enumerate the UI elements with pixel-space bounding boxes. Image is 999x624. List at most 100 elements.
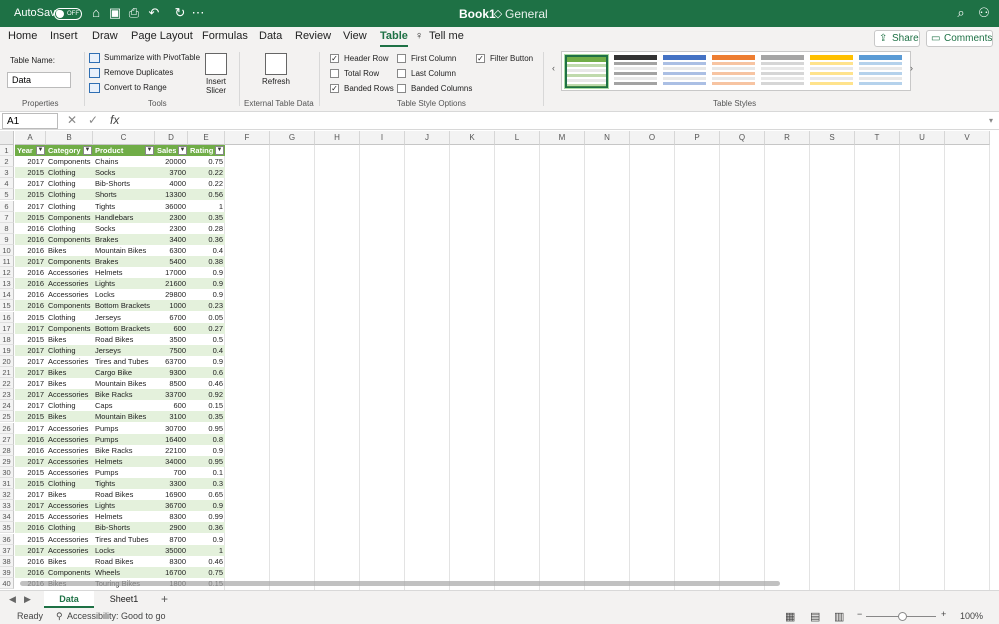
expand-formula-icon[interactable]: ▾ [989,116,993,125]
table-style-swatch[interactable] [761,55,804,88]
table-cell[interactable]: Components [46,300,93,311]
table-cell[interactable]: Accessories [46,278,93,289]
table-cell[interactable]: 0.46 [188,556,225,567]
table-cell[interactable]: 33700 [155,389,188,400]
row-header[interactable]: 37 [0,544,14,556]
sensitivity-label[interactable]: General [505,7,548,21]
table-cell[interactable]: 63700 [155,356,188,367]
horizontal-scrollbar[interactable] [20,581,780,586]
table-cell[interactable]: 2017 [15,389,46,400]
table-cell[interactable]: 0.6 [188,367,225,378]
table-cell[interactable]: 2015 [15,334,46,345]
table-cell[interactable]: Helmets [93,511,155,522]
table-cell[interactable]: Pumps [93,423,155,434]
row-header[interactable]: 20 [0,355,14,367]
table-cell[interactable]: Clothing [46,478,93,489]
row-header[interactable]: 36 [0,533,14,545]
first-column-checkbox[interactable]: First Column [397,54,456,63]
table-cell[interactable]: 2016 [15,434,46,445]
table-cell[interactable]: Mountain Bikes [93,378,155,389]
column-header[interactable]: V [945,131,990,145]
table-cell[interactable]: 0.56 [188,189,225,200]
row-header[interactable]: 15 [0,300,14,312]
last-column-checkbox[interactable]: Last Column [397,69,456,78]
refresh-button[interactable]: Refresh [260,53,292,86]
table-cell[interactable]: 0.9 [188,445,225,456]
table-cell[interactable]: 2017 [15,489,46,500]
table-cell[interactable]: 0.65 [188,489,225,500]
column-header[interactable]: M [540,131,585,145]
table-cell[interactable]: 2016 [15,445,46,456]
row-header[interactable]: 11 [0,256,14,267]
table-cell[interactable]: 20000 [155,156,188,167]
table-cell[interactable]: Bib-Shorts [93,178,155,189]
table-cell[interactable]: 8300 [155,511,188,522]
summarize-pivottable-button[interactable]: Summarize with PivotTable [89,53,200,63]
row-header[interactable]: 14 [0,289,14,301]
add-sheet-icon[interactable]: + [161,592,168,606]
print-icon[interactable]: ⎙ [126,5,142,21]
table-cell[interactable]: 2017 [15,400,46,411]
table-cell[interactable]: Cargo Bike [93,367,155,378]
table-cell[interactable]: Bike Racks [93,445,155,456]
table-cell[interactable]: 2016 [15,522,46,533]
row-header[interactable]: 7 [0,211,14,223]
comments-button[interactable]: ▭ Comments [926,30,993,47]
row-header[interactable]: 32 [0,489,14,501]
filter-dropdown-icon[interactable]: ▼ [83,146,92,155]
table-cell[interactable]: 4000 [155,178,188,189]
sheet-tab-sheet1[interactable]: Sheet1 [99,591,149,608]
table-cell[interactable]: 2015 [15,534,46,545]
undo-icon[interactable]: ↶ [146,5,162,21]
account-icon[interactable]: ⚇ [976,5,992,21]
table-cell[interactable]: 0.35 [188,411,225,422]
tab-tell-me[interactable]: ♀ Tell me [415,30,464,42]
page-break-view-icon[interactable]: ▥ [834,610,844,623]
total-row-checkbox[interactable]: Total Row [330,69,379,78]
row-header[interactable]: 17 [0,322,14,334]
table-cell[interactable]: Tights [93,201,155,212]
table-cell[interactable]: 2017 [15,256,46,267]
row-header[interactable]: 5 [0,189,14,201]
table-cell[interactable]: 0.9 [188,356,225,367]
table-cell[interactable]: 2017 [15,156,46,167]
column-header[interactable]: N [585,131,630,145]
column-header-cell[interactable]: Sales [155,145,176,156]
row-header[interactable]: 35 [0,522,14,534]
table-cell[interactable]: 3100 [155,411,188,422]
table-cell[interactable]: 5400 [155,256,188,267]
table-cell[interactable]: Brakes [93,234,155,245]
table-cell[interactable]: 2016 [15,245,46,256]
column-header[interactable]: E [188,131,225,145]
table-cell[interactable]: Bikes [46,411,93,422]
table-cell[interactable]: Bib-Shorts [93,522,155,533]
table-cell[interactable]: 2017 [15,178,46,189]
column-header[interactable]: D [155,131,188,145]
table-cell[interactable]: Clothing [46,201,93,212]
table-cell[interactable]: 29800 [155,289,188,300]
column-header[interactable]: B [46,131,93,145]
table-cell[interactable]: Bikes [46,334,93,345]
table-cell[interactable]: Tires and Tubes [93,534,155,545]
table-cell[interactable]: 0.15 [188,400,225,411]
table-cell[interactable]: 700 [155,467,188,478]
table-cell[interactable]: 2900 [155,522,188,533]
table-cell[interactable]: 36000 [155,201,188,212]
table-style-swatch[interactable] [614,55,657,88]
table-cell[interactable]: Accessories [46,511,93,522]
table-cell[interactable]: 2015 [15,189,46,200]
column-header[interactable]: H [315,131,360,145]
table-cell[interactable]: 0.9 [188,289,225,300]
cancel-icon[interactable]: ✕ [67,113,77,127]
table-cell[interactable]: 2015 [15,478,46,489]
table-cell[interactable]: 2016 [15,234,46,245]
accessibility-status[interactable]: Accessibility: Good to go [67,611,166,621]
table-cell[interactable]: Accessories [46,467,93,478]
table-cell[interactable]: Helmets [93,456,155,467]
table-style-swatch[interactable] [663,55,706,88]
table-cell[interactable]: 1000 [155,300,188,311]
table-cell[interactable]: 2017 [15,545,46,556]
table-cell[interactable]: 0.22 [188,167,225,178]
column-header[interactable]: J [405,131,450,145]
column-header[interactable]: L [495,131,540,145]
